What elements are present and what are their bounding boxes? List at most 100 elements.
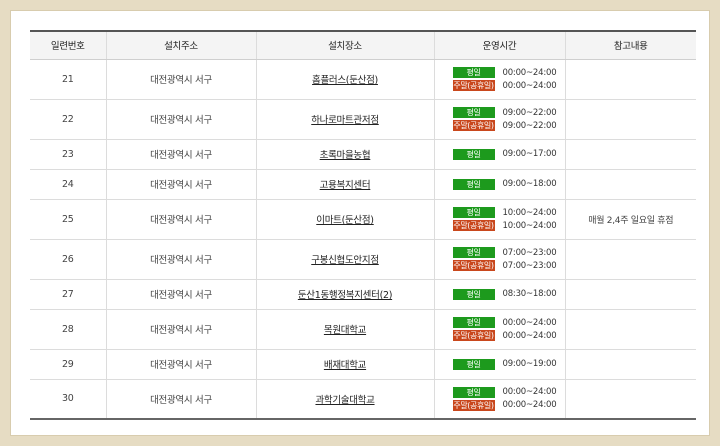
place-link[interactable]: 홈플러스(둔산점) — [312, 75, 378, 86]
place-link[interactable]: 구봉신협도안지점 — [311, 255, 379, 266]
cell-hours: 평일 10:00~24:00 주말(공휴일) 10:00~24:00 — [433, 199, 565, 240]
weekday-badge: 평일 — [452, 178, 495, 190]
weekend-badge: 주말(공휴일) — [452, 220, 495, 231]
header-hours: 운영시간 — [433, 30, 565, 60]
cell-hours: 평일 00:00~24:00 주말(공휴일) 00:00~24:00 — [433, 379, 565, 420]
cell-notes — [564, 59, 696, 100]
place-link[interactable]: 하나로마트관저점 — [311, 115, 379, 126]
weekday-badge: 평일 — [452, 358, 495, 370]
weekend-hours: 주말(공휴일) 00:00~24:00 — [452, 79, 565, 92]
weekend-badge: 주말(공휴일) — [452, 330, 495, 341]
weekday-hours: 평일 10:00~24:00 — [452, 206, 565, 219]
place-link[interactable]: 과학기술대학교 — [315, 395, 374, 406]
cell-address: 대전광역시 서구 — [105, 169, 256, 200]
cell-place: 고용복지센터 — [255, 169, 434, 200]
weekend-badge: 주말(공휴일) — [452, 120, 495, 131]
place-link[interactable]: 초록마을농협 — [320, 150, 371, 161]
cell-serial: 23 — [30, 139, 106, 170]
place-link[interactable]: 고용복지센터 — [320, 180, 371, 191]
cell-hours: 평일 09:00~19:00 — [433, 349, 565, 380]
cell-address: 대전광역시 서구 — [105, 199, 256, 240]
table-row: 27 대전광역시 서구 둔산1동행정복지센터(2) 평일 08:30~18:00 — [30, 279, 696, 310]
cell-notes — [564, 279, 696, 310]
cell-serial: 28 — [30, 309, 106, 350]
place-link[interactable]: 둔산1동행정복지센터(2) — [298, 290, 393, 301]
content-frame: 일련번호 설치주소 설치장소 운영시간 참고내용 21 대전광역시 서구 홈플러스(… — [10, 10, 710, 436]
cell-serial: 22 — [30, 99, 106, 140]
cell-place: 하나로마트관저점 — [255, 99, 434, 140]
cell-place: 이마트(둔산점) — [255, 199, 434, 240]
cell-hours: 평일 09:00~22:00 주말(공휴일) 09:00~22:00 — [433, 99, 565, 140]
cell-address: 대전광역시 서구 — [105, 279, 256, 310]
weekday-hours: 평일 09:00~18:00 — [452, 178, 565, 191]
cell-serial: 24 — [30, 169, 106, 200]
cell-hours: 평일 09:00~17:00 — [433, 139, 565, 170]
weekday-time: 00:00~24:00 — [502, 67, 557, 78]
header-serial: 일련번호 — [30, 30, 106, 60]
weekday-time: 10:00~24:00 — [502, 207, 557, 218]
place-link[interactable]: 이마트(둔산점) — [316, 215, 374, 226]
weekday-time: 00:00~24:00 — [502, 317, 557, 328]
cell-address: 대전광역시 서구 — [105, 59, 256, 100]
cell-hours: 평일 00:00~24:00 주말(공휴일) 00:00~24:00 — [433, 59, 565, 100]
weekend-hours: 주말(공휴일) 00:00~24:00 — [452, 329, 565, 342]
weekday-badge: 평일 — [452, 107, 495, 118]
place-link[interactable]: 목원대학교 — [324, 325, 367, 336]
weekday-badge: 평일 — [452, 317, 495, 328]
weekday-hours: 평일 09:00~19:00 — [452, 358, 565, 371]
place-link[interactable]: 배재대학교 — [324, 360, 367, 371]
weekday-time: 00:00~24:00 — [502, 387, 557, 398]
header-address: 설치주소 — [105, 30, 256, 60]
weekend-time: 07:00~23:00 — [502, 260, 557, 271]
cell-notes — [564, 169, 696, 200]
weekday-time: 08:30~18:00 — [502, 289, 557, 299]
cell-hours: 평일 09:00~18:00 — [433, 169, 565, 200]
weekday-hours: 평일 08:30~18:00 — [452, 288, 565, 301]
cell-hours: 평일 08:30~18:00 — [433, 279, 565, 310]
cell-notes — [564, 99, 696, 140]
weekday-time: 07:00~23:00 — [502, 247, 557, 258]
weekend-badge: 주말(공휴일) — [452, 80, 495, 91]
cell-address: 대전광역시 서구 — [105, 99, 256, 140]
cell-serial: 29 — [30, 349, 106, 380]
cell-hours: 평일 07:00~23:00 주말(공휴일) 07:00~23:00 — [433, 239, 565, 280]
weekday-hours: 평일 07:00~23:00 — [452, 246, 565, 259]
cell-address: 대전광역시 서구 — [105, 239, 256, 280]
weekend-hours: 주말(공휴일) 00:00~24:00 — [452, 399, 565, 412]
weekday-badge: 평일 — [452, 207, 495, 218]
weekend-time: 00:00~24:00 — [502, 330, 557, 341]
cell-hours: 평일 00:00~24:00 주말(공휴일) 00:00~24:00 — [433, 309, 565, 350]
weekday-badge: 평일 — [452, 386, 495, 398]
table-header-row: 일련번호 설치주소 설치장소 운영시간 참고내용 — [30, 30, 696, 60]
table-row: 22 대전광역시 서구 하나로마트관저점 평일 09:00~22:00 주말(공휴일) 09… — [30, 99, 696, 140]
cell-serial: 26 — [30, 239, 106, 280]
weekend-badge: 주말(공휴일) — [452, 260, 495, 271]
cell-serial: 30 — [30, 379, 106, 420]
weekday-time: 09:00~19:00 — [502, 359, 557, 369]
cell-place: 배재대학교 — [255, 349, 434, 380]
weekday-hours: 평일 00:00~24:00 — [452, 66, 565, 79]
weekday-badge: 평일 — [452, 247, 495, 258]
weekend-time: 09:00~22:00 — [502, 120, 557, 131]
cell-place: 목원대학교 — [255, 309, 434, 350]
weekday-time: 09:00~18:00 — [502, 179, 557, 189]
table-row: 28 대전광역시 서구 목원대학교 평일 00:00~24:00 주말(공휴일) 00:00… — [30, 309, 696, 350]
cell-place: 초록마을농협 — [255, 139, 434, 170]
weekday-hours: 평일 00:00~24:00 — [452, 386, 565, 399]
weekday-hours: 평일 09:00~22:00 — [452, 106, 565, 119]
header-notes: 참고내용 — [564, 30, 696, 60]
table-row: 23 대전광역시 서구 초록마을농협 평일 09:00~17:00 — [30, 139, 696, 170]
cell-place: 홈플러스(둔산점) — [255, 59, 434, 100]
cell-notes — [564, 349, 696, 380]
table-row: 24 대전광역시 서구 고용복지센터 평일 09:00~18:00 — [30, 169, 696, 200]
cell-notes — [564, 309, 696, 350]
weekend-time: 00:00~24:00 — [502, 400, 557, 411]
cell-place: 과학기술대학교 — [255, 379, 434, 420]
cell-serial: 25 — [30, 199, 106, 240]
cell-notes — [564, 139, 696, 170]
weekday-time: 09:00~22:00 — [502, 107, 557, 118]
weekend-hours: 주말(공휴일) 10:00~24:00 — [452, 219, 565, 232]
header-place: 설치장소 — [255, 30, 434, 60]
table-row: 29 대전광역시 서구 배재대학교 평일 09:00~19:00 — [30, 349, 696, 380]
weekday-badge: 평일 — [452, 288, 495, 300]
